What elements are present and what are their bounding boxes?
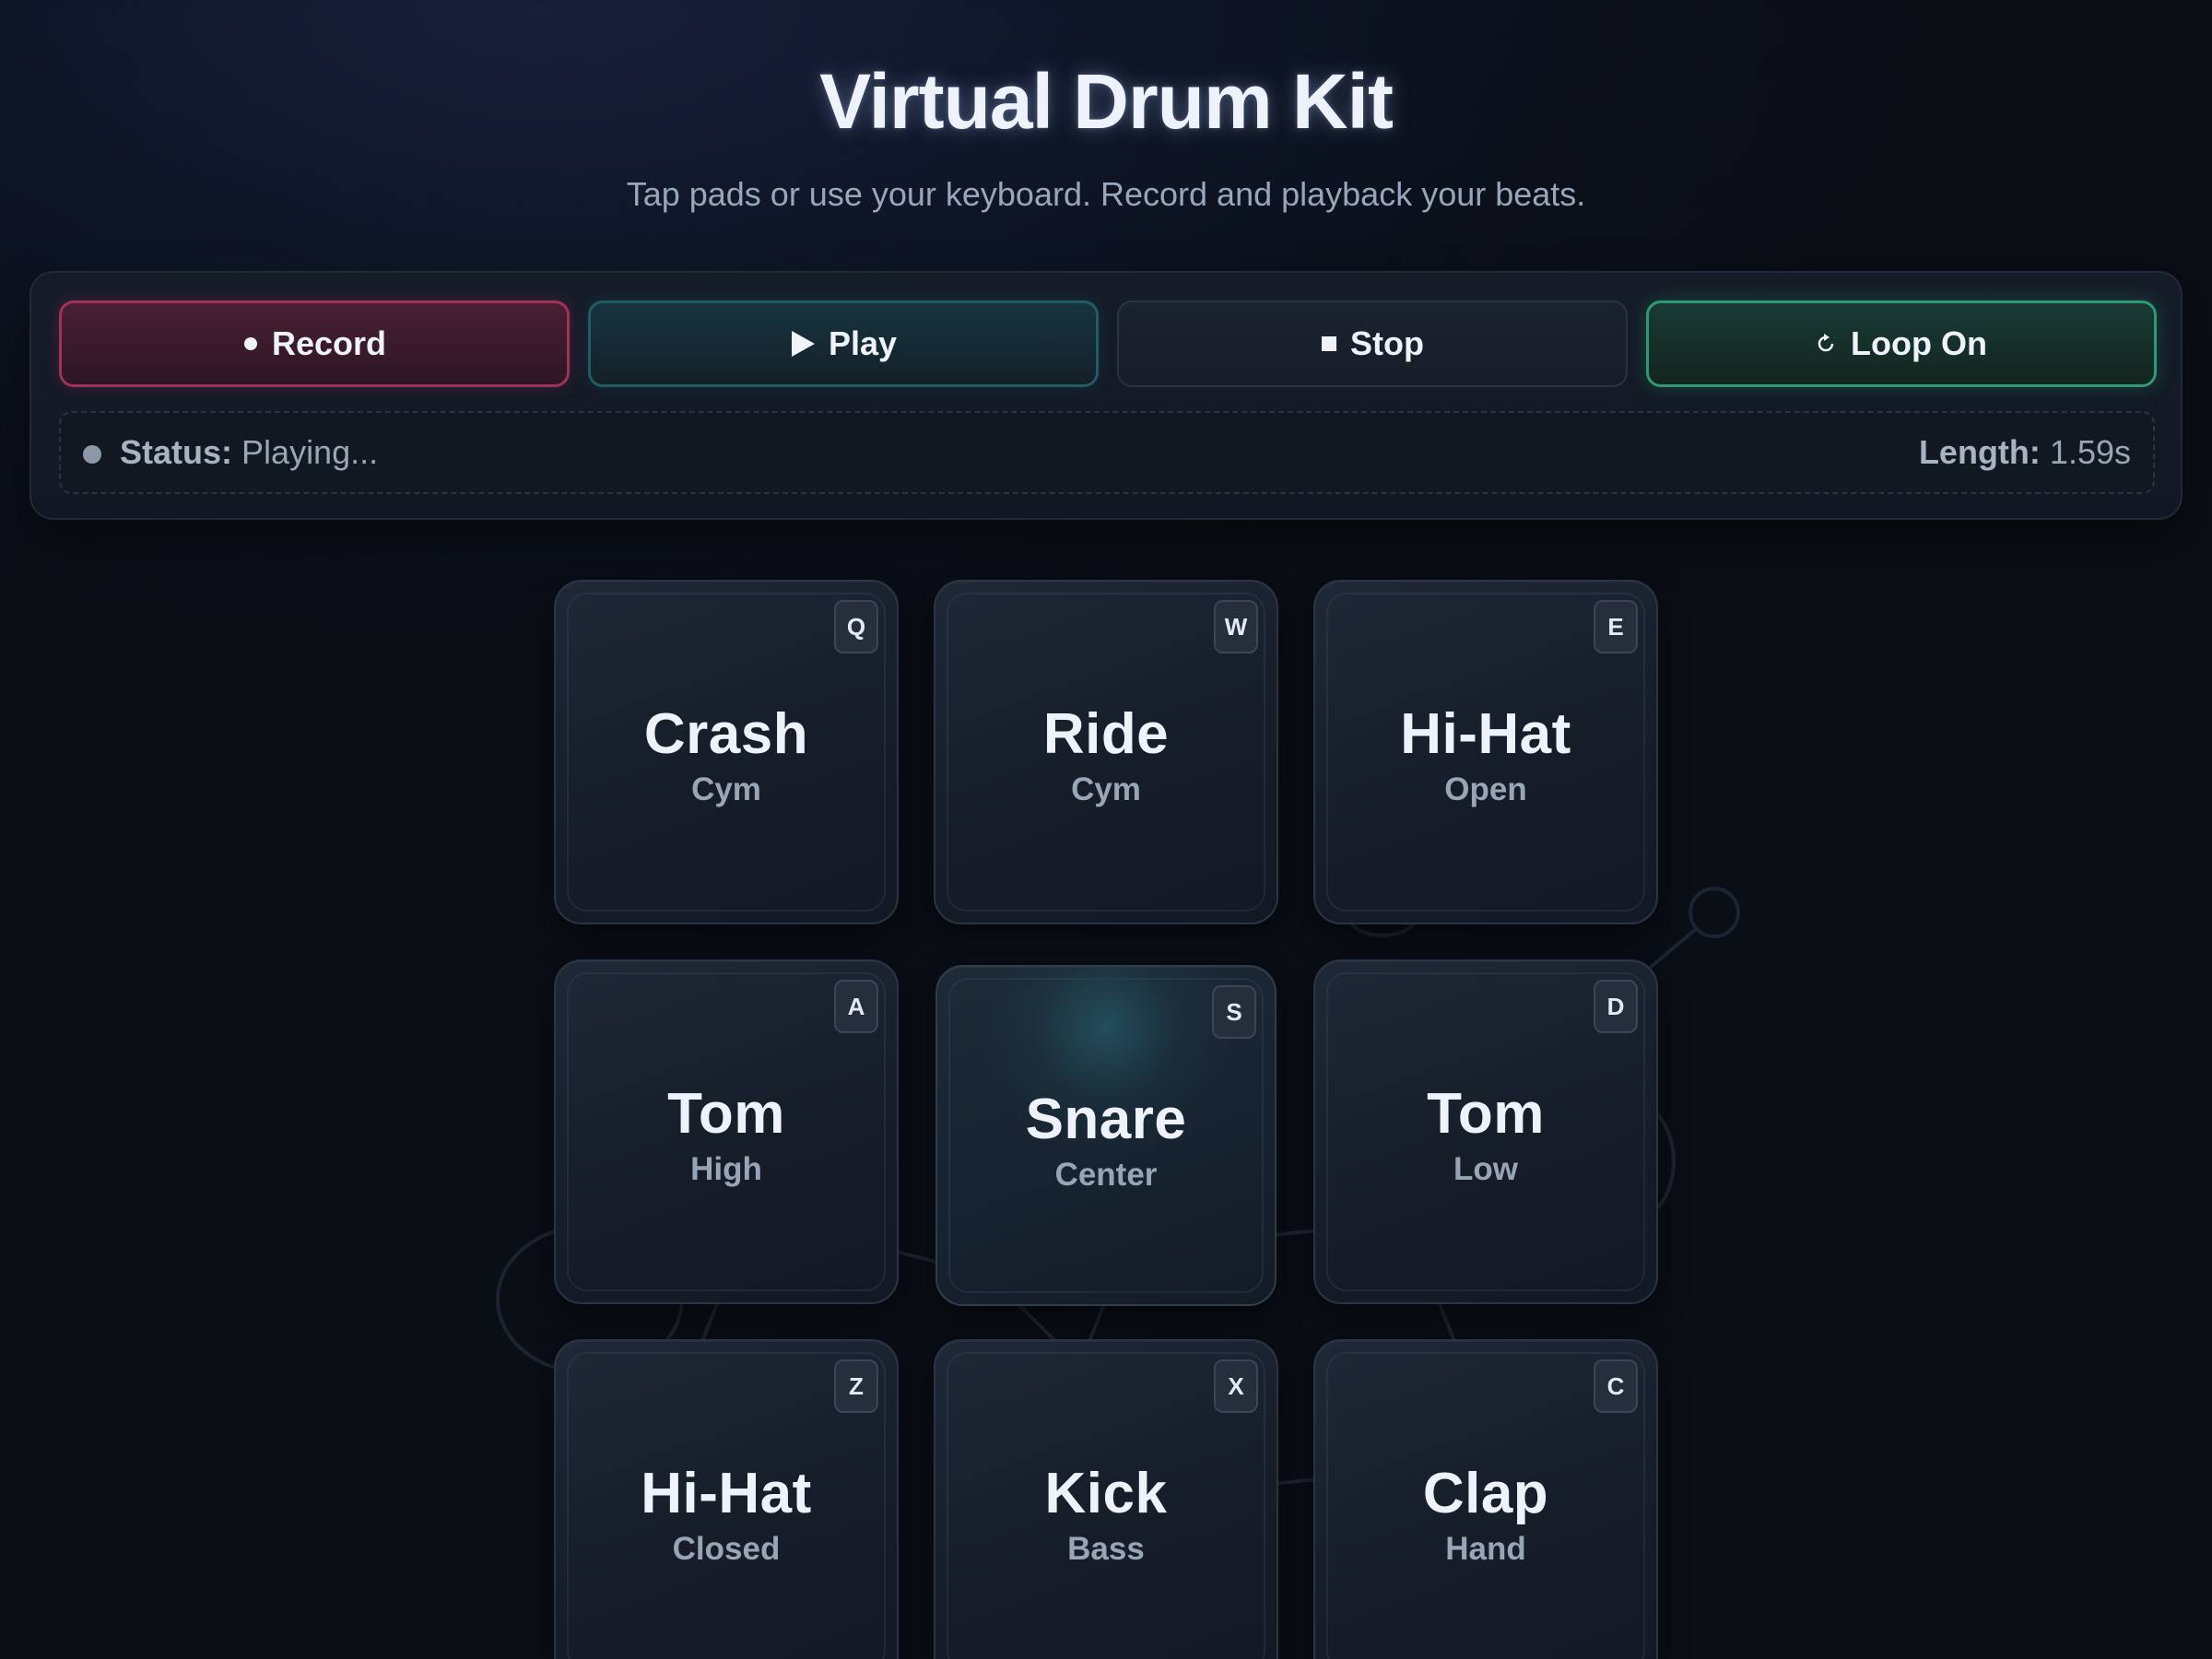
pad-clap[interactable]: Clap Hand C	[1313, 1339, 1658, 1659]
pad-key-hint: Z	[834, 1359, 878, 1413]
pad-subname: Cym	[691, 771, 761, 807]
pad-subname: Low	[1453, 1151, 1518, 1187]
pad-subname: Bass	[1067, 1531, 1145, 1567]
pad-subname: Cym	[1071, 771, 1141, 807]
pad-kick[interactable]: Kick Bass X	[934, 1339, 1278, 1659]
pad-tom-low[interactable]: Tom Low D	[1313, 959, 1658, 1304]
pad-key-hint: E	[1594, 600, 1638, 653]
pad-name: Snare	[1025, 1088, 1187, 1151]
pad-name: Tom	[1427, 1082, 1545, 1146]
pad-key-hint: A	[834, 980, 878, 1033]
pad-subname: Center	[1054, 1157, 1158, 1193]
pad-key-hint: X	[1214, 1359, 1258, 1413]
pad-name: Tom	[667, 1082, 785, 1146]
pad-name: Clap	[1422, 1462, 1549, 1525]
pad-subname: Open	[1444, 771, 1527, 807]
pad-key-hint: D	[1594, 980, 1638, 1033]
pad-name: Crash	[643, 702, 809, 766]
drum-pad-grid: Crash Cym Q Ride Cym W Hi-Hat Open E Tom…	[0, 0, 2212, 1659]
pad-name: Kick	[1044, 1462, 1168, 1525]
pad-name: Ride	[1042, 702, 1170, 766]
pad-subname: Closed	[672, 1531, 781, 1567]
pad-key-hint: S	[1212, 985, 1256, 1039]
pad-key-hint: C	[1594, 1359, 1638, 1413]
pad-snare[interactable]: Snare Center S	[935, 965, 1277, 1306]
pad-subname: High	[690, 1151, 762, 1187]
pad-tom-high[interactable]: Tom High A	[554, 959, 899, 1304]
pad-subname: Hand	[1445, 1531, 1526, 1567]
pad-hihat-open[interactable]: Hi-Hat Open E	[1313, 580, 1658, 924]
pad-name: Hi-Hat	[641, 1462, 812, 1525]
pad-key-hint: Q	[834, 600, 878, 653]
pad-key-hint: W	[1214, 600, 1258, 653]
pad-ride[interactable]: Ride Cym W	[934, 580, 1278, 924]
pad-hihat-closed[interactable]: Hi-Hat Closed Z	[554, 1339, 899, 1659]
pad-crash[interactable]: Crash Cym Q	[554, 580, 899, 924]
pad-name: Hi-Hat	[1400, 702, 1571, 766]
